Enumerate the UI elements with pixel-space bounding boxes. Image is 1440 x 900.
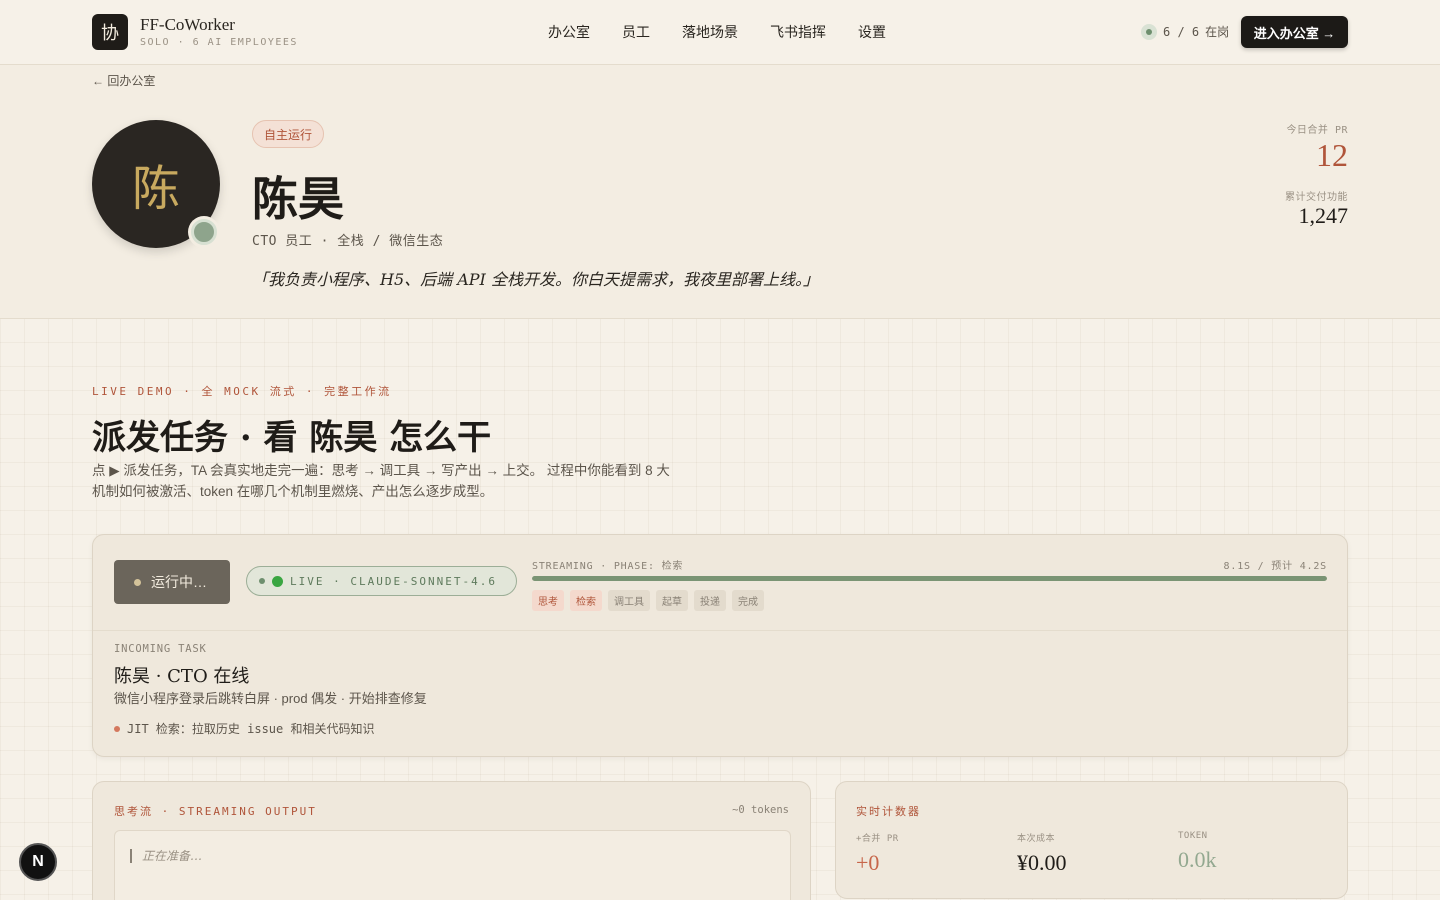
run-task-button[interactable]: 运行中… [114, 560, 230, 604]
nav-settings[interactable]: 设置 [842, 22, 902, 42]
live-dot-icon [259, 578, 265, 584]
live-indicator-icon [272, 575, 283, 587]
phase-chip: 调工具 [608, 590, 650, 611]
demo-title: 派发任务 · 看 陈昊 怎么干 [92, 418, 492, 458]
online-indicator-icon [188, 216, 220, 248]
online-dot-icon [1141, 23, 1157, 40]
progress-bar [532, 576, 1327, 581]
nav-employees[interactable]: 员工 [606, 22, 666, 42]
divider [93, 630, 1347, 631]
top-bar: 协 FF-CoWorker SOLO · 6 AI EMPLOYEES 办公室 … [0, 0, 1440, 65]
nav-office[interactable]: 办公室 [532, 22, 606, 42]
counter-value: +0 [856, 850, 880, 875]
live-model-badge: LIVE · CLAUDE-SONNET-4.6 [246, 566, 517, 596]
caret-icon [130, 848, 132, 863]
nav-feishu[interactable]: 飞书指挥 [754, 22, 842, 42]
online-label: 在岗 [1205, 25, 1230, 39]
nextjs-devtools-button[interactable]: N [19, 843, 57, 881]
stat-value-delivered: 1,247 [1298, 203, 1349, 228]
demo-description: 点 ▶ 派发任务，TA 会真实地走完一遍：思考 → 调工具 → 写产出 → 上交… [92, 463, 670, 499]
counter-label: 本次成本 [1017, 834, 1056, 844]
brand-subtitle: SOLO · 6 AI EMPLOYEES [140, 37, 298, 48]
task-description: 微信小程序登录后跳转白屏 · prod 偶发 · 开始排查修复 [114, 691, 427, 706]
incoming-task-label: INCOMING TASK [114, 643, 207, 655]
online-count: 6 / 6 [1163, 24, 1200, 39]
nav-scenarios[interactable]: 落地场景 [666, 22, 754, 42]
stat-label-merged-pr: 今日合并 PR [1286, 125, 1348, 136]
main-nav: 办公室 员工 落地场景 飞书指挥 设置 [532, 22, 902, 42]
brand-name: FF-CoWorker [140, 15, 235, 34]
streaming-time: 8.1S / 预计 4.2S [1223, 561, 1327, 572]
phase-chip: 检索 [570, 590, 602, 611]
phase-chip: 起草 [656, 590, 688, 611]
task-log-line: JIT 检索：拉取历史 issue 和相关代码知识 [114, 720, 374, 737]
employee-name: 陈昊 [252, 172, 344, 226]
counter-value: 0.0k [1178, 847, 1217, 872]
phase-chip: 投递 [694, 590, 726, 611]
thinking-placeholder: 正在准备… [142, 849, 203, 863]
thinking-token-count: ~0 tokens [732, 804, 789, 816]
task-title: 陈昊 · CTO 在线 [114, 666, 250, 687]
online-status: 6 / 6 在岗 [1141, 23, 1229, 40]
counter-cost: 本次成本 ¥0.00 [1017, 831, 1067, 876]
counter-token: TOKEN 0.0k [1178, 831, 1217, 873]
realtime-counters-panel: 实时计数器 +合并 PR +0 本次成本 ¥0.00 TOKEN 0.0k [835, 781, 1348, 899]
counters-header: 实时计数器 [856, 805, 921, 818]
log-dot-icon [114, 725, 120, 732]
stat-value-merged-pr: 12 [1316, 137, 1348, 173]
logo[interactable]: 协 [92, 14, 128, 50]
stat-label-delivered: 累计交付功能 [1285, 192, 1348, 203]
phase-chip: 思考 [532, 590, 564, 611]
counter-value: ¥0.00 [1017, 850, 1067, 875]
thinking-stream-panel: 思考流 · STREAMING OUTPUT ~0 tokens 正在准备… [92, 781, 811, 900]
running-dot-icon [134, 578, 141, 586]
thinking-header: 思考流 · STREAMING OUTPUT [114, 805, 317, 818]
demo-kicker: LIVE DEMO · 全 MOCK 流式 · 完整工作流 [92, 385, 392, 398]
thinking-placeholder-row: 正在准备… [130, 847, 202, 864]
profile-section: ← 回办公室 陈 自主运行 陈昊 CTO 员工 · 全栈 / 微信生态 「我负责… [0, 65, 1440, 319]
thinking-output[interactable]: 正在准备… [114, 830, 791, 900]
progress-fill [532, 576, 1327, 581]
employee-quote: 「我负责小程序、H5、后端 API 全栈开发。你白天提需求，我夜里部署上线。」 [252, 270, 819, 289]
phase-list: 思考 检索 调工具 起草 投递 完成 [532, 590, 764, 611]
counter-label: +合并 PR [856, 834, 899, 844]
status-badge: 自主运行 [252, 120, 325, 148]
live-model-label: LIVE · CLAUDE-SONNET-4.6 [290, 574, 497, 588]
counter-merged-pr: +合并 PR +0 [856, 831, 899, 876]
task-log-text: JIT 检索：拉取历史 issue 和相关代码知识 [127, 722, 375, 736]
runner-panel: 运行中… LIVE · CLAUDE-SONNET-4.6 STREAMING … [92, 534, 1348, 757]
enter-office-button[interactable]: 进入办公室 → [1241, 16, 1348, 48]
streaming-phase-label: STREAMING · PHASE: 检索 [532, 561, 684, 572]
employee-role: CTO 员工 · 全栈 / 微信生态 [252, 234, 444, 249]
phase-chip: 完成 [732, 590, 764, 611]
counter-label: TOKEN [1178, 831, 1208, 841]
back-link[interactable]: ← 回办公室 [92, 72, 155, 89]
run-button-label: 运行中… [151, 574, 207, 590]
